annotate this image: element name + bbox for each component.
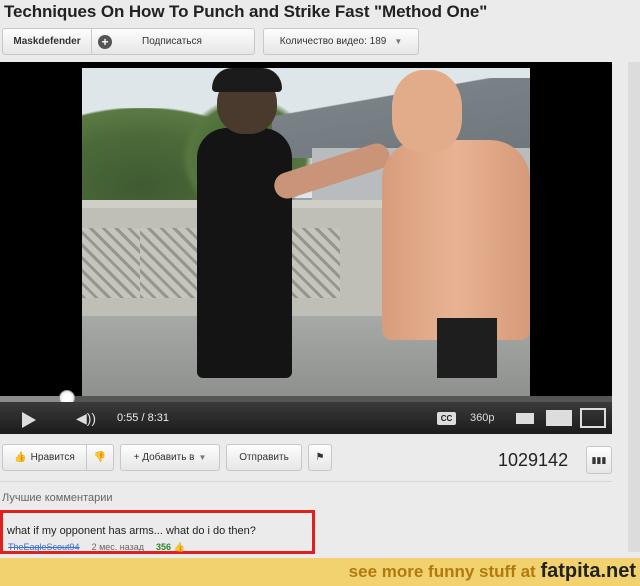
subscribe-label: Подписаться	[142, 36, 202, 47]
channel-bar: Maskdefender + Подписаться Количество ви…	[2, 28, 419, 56]
volume-icon[interactable]: ◀))	[76, 410, 96, 427]
view-count: 1029142	[498, 450, 569, 470]
fighter-figure	[197, 128, 292, 378]
chevron-down-icon: ▼	[394, 37, 403, 46]
thumbs-up-icon[interactable]: 👍	[174, 542, 185, 552]
bar-chart-icon: ▮▮▮	[591, 454, 607, 465]
like-label: Нравится	[30, 452, 75, 463]
small-player-icon[interactable]	[516, 413, 534, 424]
play-icon[interactable]	[22, 412, 36, 428]
share-button[interactable]: Отправить	[226, 444, 302, 471]
chevron-down-icon: ▼	[198, 453, 207, 462]
footer-banner: see more funny stuff at fatpita.net	[349, 560, 636, 583]
player-controls: ◀)) 0:55 / 8:31 CC 360p	[0, 402, 612, 434]
dislike-button[interactable]: 👎	[87, 444, 114, 471]
comment-time: 2 мес. назад	[91, 542, 145, 552]
comments-section-label: Лучшие комментарии	[2, 492, 113, 504]
scrollbar[interactable]	[628, 62, 640, 552]
video-title: Techniques On How To Punch and Strike Fa…	[4, 2, 488, 21]
comment-meta: TheEagleScout94 2 мес. назад 356 👍	[8, 542, 185, 553]
stats-button[interactable]: ▮▮▮	[586, 446, 612, 474]
thumbs-down-icon: 👎	[93, 452, 107, 463]
like-button[interactable]: 👍 Нравится	[2, 444, 87, 471]
add-to-button[interactable]: + Добавить в ▼	[120, 444, 220, 471]
action-bar: 👍 Нравится 👎 + Добавить в ▼ Отправить ⚑	[2, 444, 332, 474]
subscribe-button[interactable]: + Подписаться	[92, 28, 255, 55]
video-player[interactable]: ◀)) 0:55 / 8:31 CC 360p	[0, 62, 612, 434]
video-frame[interactable]	[82, 68, 530, 398]
videos-count-button[interactable]: Количество видео: 189 ▼	[263, 28, 419, 55]
plus-icon: +	[98, 34, 112, 49]
page: Techniques On How To Punch and Strike Fa…	[0, 0, 640, 586]
quality-button[interactable]: 360p	[470, 412, 494, 424]
add-label: + Добавить в	[133, 452, 195, 463]
flag-icon: ⚑	[315, 452, 325, 463]
time-display: 0:55 / 8:31	[117, 412, 169, 424]
large-player-icon[interactable]	[546, 410, 572, 426]
videos-count-label: Количество видео: 189	[279, 36, 387, 47]
banner-site: fatpita.net	[540, 560, 636, 582]
channel-name-button[interactable]: Maskdefender	[2, 28, 92, 55]
flag-button[interactable]: ⚑	[308, 444, 332, 471]
banner-lead: see more funny stuff at	[348, 562, 536, 581]
captions-button[interactable]: CC	[437, 412, 456, 425]
training-dummy	[382, 140, 530, 340]
comment-author-link[interactable]: TheEagleScout94	[8, 542, 80, 553]
thumbs-up-icon: 👍	[14, 452, 27, 463]
divider	[0, 481, 612, 482]
comment-text: what if my opponent has arms... what do …	[7, 525, 256, 537]
comment-likes: 356 👍	[156, 542, 185, 552]
fullscreen-icon[interactable]	[580, 408, 606, 428]
highlighted-comment: what if my opponent has arms... what do …	[0, 510, 315, 554]
